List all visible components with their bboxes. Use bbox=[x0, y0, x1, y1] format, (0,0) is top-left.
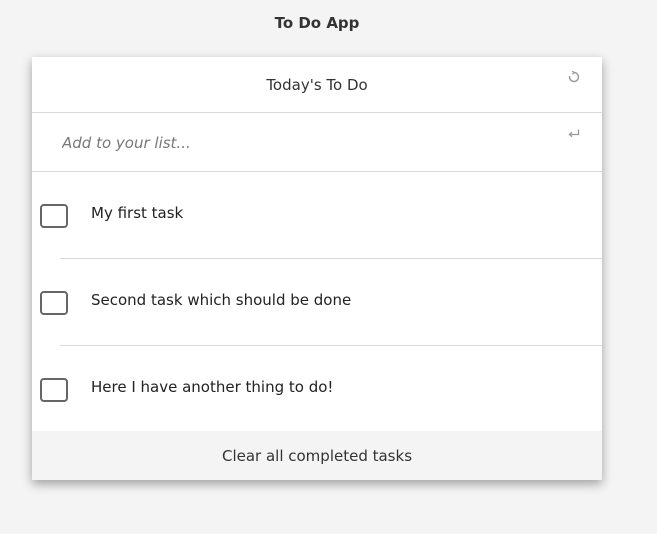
list-heading: Today's To Do bbox=[266, 75, 368, 94]
task-checkbox[interactable] bbox=[40, 378, 68, 402]
task-label: Here I have another thing to do! bbox=[91, 378, 334, 396]
app-title: To Do App bbox=[274, 14, 360, 32]
clear-completed-label: Clear all completed tasks bbox=[221, 446, 413, 465]
enter-icon[interactable] bbox=[568, 129, 580, 139]
task-item: Second task which should be done bbox=[32, 259, 602, 346]
task-label: Second task which should be done bbox=[91, 291, 352, 309]
todo-card: Today's To Do My first task Second task … bbox=[32, 57, 602, 480]
add-task-input[interactable] bbox=[60, 113, 544, 173]
clear-completed-button[interactable]: Clear all completed tasks bbox=[32, 431, 602, 480]
task-label: My first task bbox=[91, 204, 184, 222]
refresh-icon[interactable] bbox=[568, 71, 580, 83]
card-header: Today's To Do bbox=[32, 57, 602, 113]
task-item: Here I have another thing to do! bbox=[32, 346, 602, 433]
task-checkbox[interactable] bbox=[40, 204, 68, 228]
add-task-row bbox=[32, 113, 602, 173]
task-checkbox[interactable] bbox=[40, 291, 68, 315]
task-item: My first task bbox=[32, 172, 602, 259]
